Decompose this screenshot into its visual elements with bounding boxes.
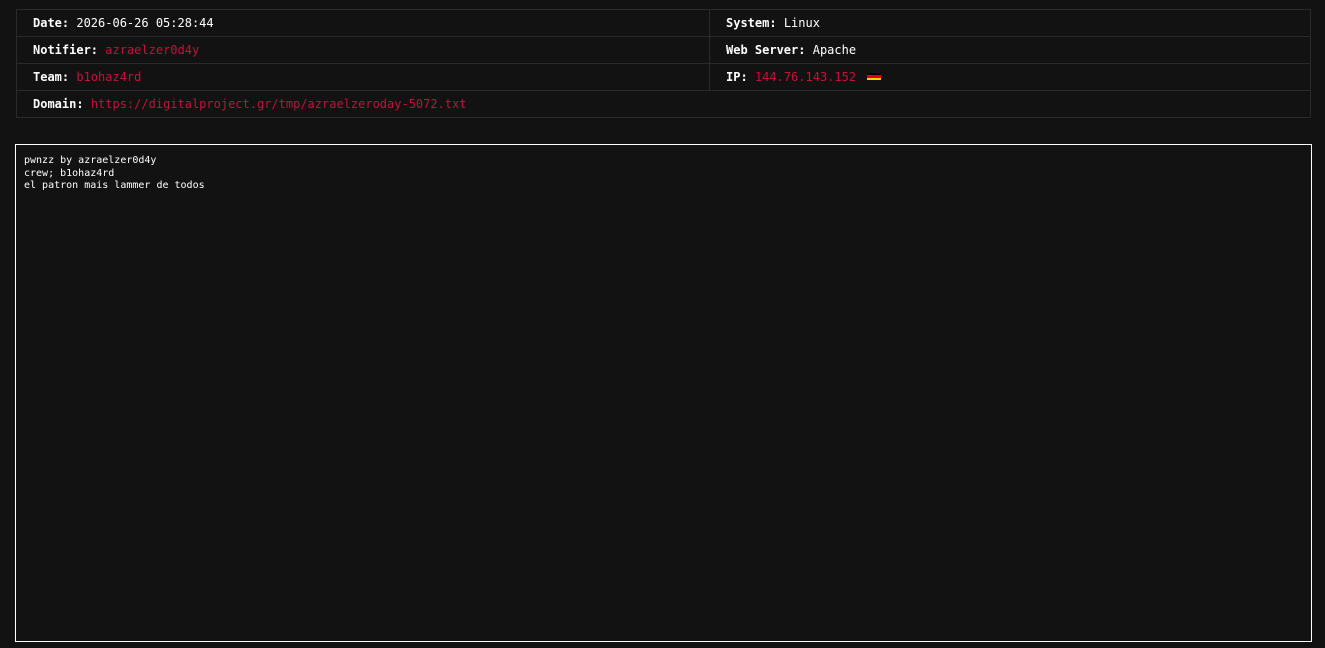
web-server-cell: Web Server: Apache (710, 37, 1310, 63)
team-link[interactable]: b1ohaz4rd (76, 70, 141, 84)
ip-link[interactable]: 144.76.143.152 (755, 70, 856, 84)
germany-flag-icon (867, 73, 882, 80)
mirror-frame[interactable]: pwnzz by azraelzer0d4y crew; b1ohaz4rd el … (15, 144, 1312, 642)
ip-cell: IP: 144.76.143.152 (710, 64, 1310, 90)
mirror-content: pwnzz by azraelzer0d4y crew; b1ohaz4rd el … (24, 155, 205, 193)
info-row-notifier-webserver: Notifier: azraelzer0d4y Web Server: Apac… (17, 37, 1310, 64)
ip-label: IP: (726, 70, 748, 84)
date-label: Date: (33, 16, 70, 30)
domain-link[interactable]: https://digitalproject.gr/tmp/azraelzero… (91, 97, 467, 111)
web-server-label: Web Server: (726, 43, 806, 57)
team-label: Team: (33, 70, 70, 84)
domain-label: Domain: (33, 97, 84, 111)
info-row-team-ip: Team: b1ohaz4rd IP: 144.76.143.152 (17, 64, 1310, 91)
date-cell: Date: 2026-06-26 05:28:44 (17, 10, 710, 36)
mirror-line: pwnzz by azraelzer0d4y (24, 155, 157, 166)
mirror-line: crew; b1ohaz4rd (24, 167, 115, 179)
domain-cell: Domain: https://digitalproject.gr/tmp/az… (17, 91, 1310, 117)
system-cell: System: Linux (710, 10, 1310, 36)
date-value: 2026-06-26 05:28:44 (76, 16, 214, 30)
system-label: System: (726, 16, 777, 30)
web-server-value: Apache (812, 43, 857, 57)
notifier-link[interactable]: azraelzer0d4y (105, 43, 199, 57)
info-table: Date: 2026-06-26 05:28:44 System: Linux … (16, 9, 1311, 118)
notifier-label: Notifier: (33, 43, 99, 57)
system-value: Linux (783, 16, 820, 30)
info-row-domain: Domain: https://digitalproject.gr/tmp/az… (17, 91, 1310, 118)
mirror-line: el patron mais lammer de todos (24, 180, 205, 191)
team-cell: Team: b1ohaz4rd (17, 64, 710, 90)
notifier-cell: Notifier: azraelzer0d4y (17, 37, 710, 63)
info-row-date-system: Date: 2026-06-26 05:28:44 System: Linux (17, 10, 1310, 37)
